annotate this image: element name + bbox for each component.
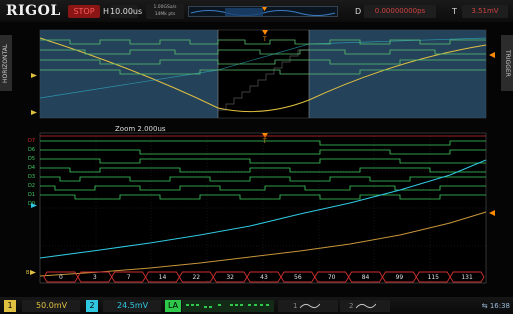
digital-label-d2: D2: [28, 183, 35, 189]
math-channel[interactable]: 1: [278, 300, 338, 312]
ch2-number[interactable]: 2: [86, 300, 98, 312]
digital-label-d1: D1: [28, 192, 35, 198]
digital-label-d6: D6: [28, 147, 35, 153]
ref-channel[interactable]: 2: [340, 300, 390, 312]
svg-text:T: T: [262, 138, 267, 145]
svg-text:B: B: [26, 270, 30, 276]
la-status-indicator: [182, 300, 274, 312]
bus-value: 56: [294, 274, 302, 281]
bus-value: 131: [461, 274, 473, 281]
bottom-channel-bar: 1 50.0mV 2 24.5mV LA 1 2 ⇆ 16:38: [0, 297, 513, 314]
math-number: 1: [293, 302, 298, 310]
ch2-scale[interactable]: 24.5mV: [103, 300, 161, 312]
usb-icon: ⇆: [481, 302, 488, 310]
clock: ⇆ 16:38: [481, 302, 510, 310]
ref-number: 2: [349, 302, 354, 310]
digital-label-d4: D4: [28, 165, 35, 171]
bus-value: 84: [362, 274, 370, 281]
bus-value: 3: [93, 274, 97, 281]
zoom-label: Zoom 2.000us: [115, 125, 166, 133]
bus-value: 70: [328, 274, 336, 281]
la-activity-icon: [186, 304, 269, 308]
bus-value: 32: [226, 274, 234, 281]
bus-value: 7: [127, 274, 131, 281]
la-button[interactable]: LA: [165, 300, 181, 312]
digital-label-d5: D5: [28, 156, 35, 162]
bus-value: 22: [192, 274, 200, 281]
oscilloscope-screen: RIGOL STOP H 10.00us 1.00GSa/s 14Mk pts …: [0, 0, 513, 314]
bus-value: 0: [59, 274, 63, 281]
math-wave-icon: [300, 303, 320, 309]
digital-label-d3: D3: [28, 174, 35, 180]
bus-value: 115: [428, 274, 440, 281]
ref-wave-icon: [356, 303, 376, 309]
waveform-display: T T D7 D6 D5 D4 D3 D2 D1 B 0 3 7 14 22 3…: [26, 29, 495, 284]
ch1-number[interactable]: 1: [4, 300, 16, 312]
bus-value: 14: [159, 274, 167, 281]
upper-trigger-marker: T: [262, 36, 267, 43]
ch1-scale[interactable]: 50.0mV: [22, 300, 80, 312]
bus-value: 43: [260, 274, 268, 281]
bus-value: 99: [396, 274, 404, 281]
digital-label-d7: D7: [28, 138, 35, 144]
